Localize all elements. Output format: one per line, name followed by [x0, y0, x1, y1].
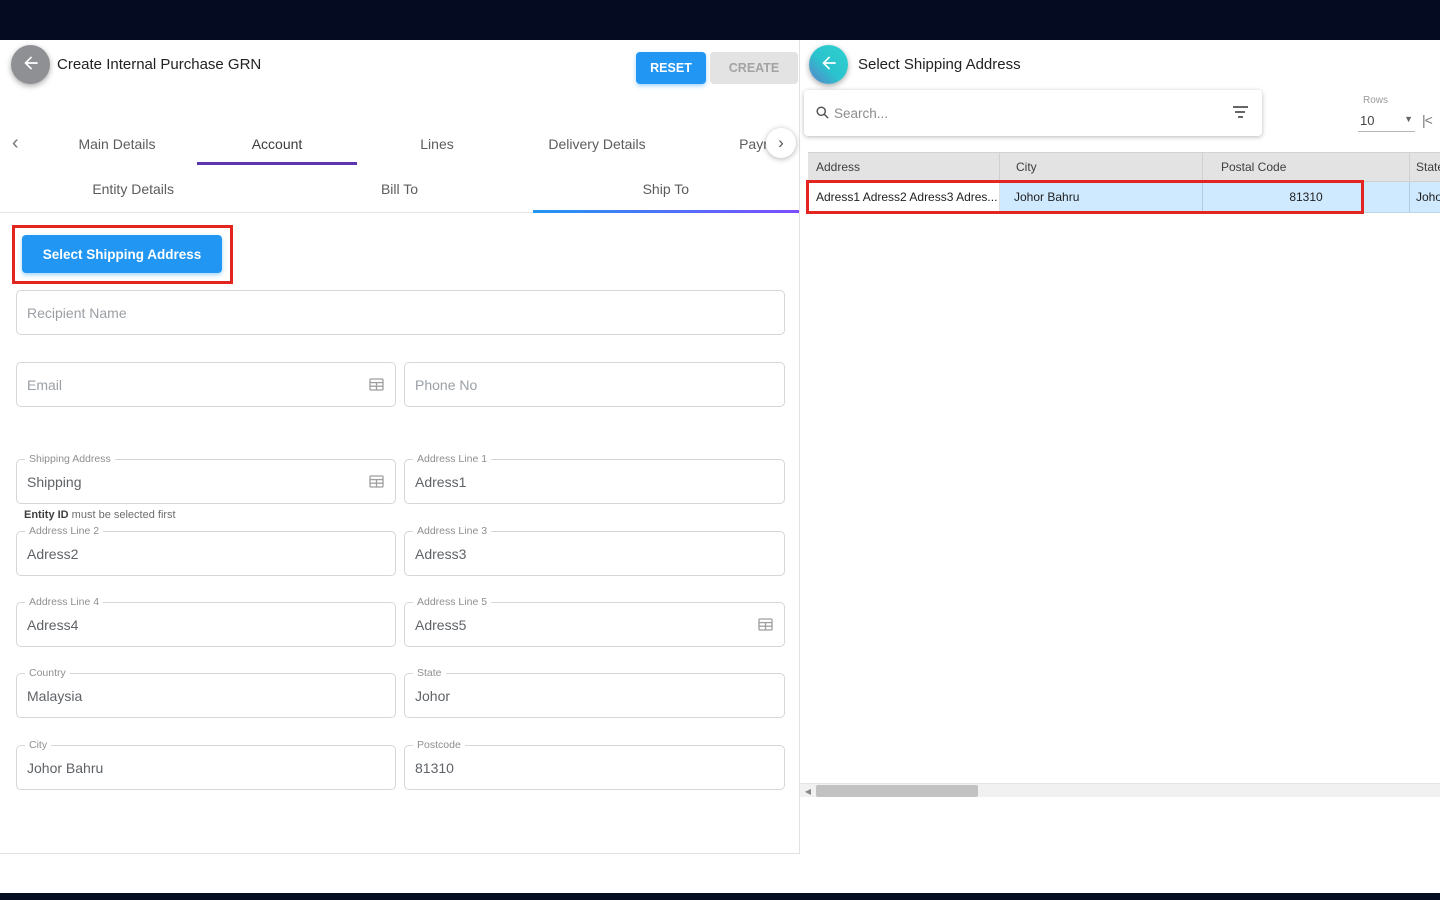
search-icon — [815, 105, 830, 125]
rows-per-page-select[interactable]: 10 ▼ — [1358, 110, 1415, 132]
address-line-2-input[interactable] — [27, 532, 365, 575]
select-shipping-address-button[interactable]: Select Shipping Address — [22, 235, 222, 273]
country-input[interactable] — [27, 674, 365, 717]
column-header-state[interactable]: State — [1410, 153, 1440, 181]
tab-label: Delivery Details — [548, 136, 645, 152]
email-input[interactable] — [27, 363, 365, 406]
subtab-ship-to[interactable]: Ship To — [533, 165, 799, 212]
column-header-address[interactable]: Address — [808, 153, 1000, 181]
address-line-1-field[interactable]: Address Line 1 — [404, 459, 785, 504]
column-header-postal-code[interactable]: Postal Code — [1203, 153, 1410, 181]
search-bar — [804, 90, 1262, 136]
column-header-city[interactable]: City — [1000, 153, 1203, 181]
tabs-scroll-right-button[interactable]: › — [766, 128, 796, 158]
horizontal-scrollbar[interactable]: ◀ — [800, 783, 1440, 797]
lookup-icon — [758, 618, 773, 631]
shipping-address-table: Address City Postal Code State Adress1 A… — [808, 152, 1440, 213]
postcode-field[interactable]: Postcode — [404, 745, 785, 790]
back-button[interactable] — [11, 45, 50, 84]
address-line-4-field[interactable]: Address Line 4 — [16, 602, 396, 647]
helper-rest: must be selected first — [69, 509, 176, 521]
address-line-5-field[interactable]: Address Line 5 — [404, 602, 785, 647]
subtab-bill-to[interactable]: Bill To — [266, 165, 532, 212]
reset-button[interactable]: RESET — [636, 52, 706, 84]
back-arrow-icon — [819, 53, 839, 76]
shipping-address-field[interactable]: Shipping Address — [16, 459, 396, 504]
recipient-name-field[interactable] — [16, 290, 785, 335]
address-line-3-input[interactable] — [415, 532, 754, 575]
chevron-down-icon: ▼ — [1404, 114, 1413, 124]
shipping-address-input[interactable] — [27, 460, 365, 503]
select-shipping-address-panel: Select Shipping Address Rows 10 ▼ |< Add… — [800, 40, 1440, 893]
rows-per-page-value: 10 — [1360, 113, 1374, 128]
city-field[interactable]: City — [16, 745, 396, 790]
rows-per-page-label: Rows — [1363, 95, 1388, 106]
search-input[interactable] — [834, 90, 1214, 136]
address-line-3-field[interactable]: Address Line 3 — [404, 531, 785, 576]
scroll-left-arrow-icon[interactable]: ◀ — [800, 784, 816, 798]
filter-icon[interactable] — [1232, 106, 1248, 120]
state-field[interactable]: State — [404, 673, 785, 718]
email-field[interactable] — [16, 362, 396, 407]
scrollbar-thumb[interactable] — [816, 785, 978, 797]
table-header-row: Address City Postal Code State — [808, 152, 1440, 182]
bottom-bar — [0, 893, 1440, 900]
tab-main-details[interactable]: Main Details — [37, 122, 197, 165]
helper-bold: Entity ID — [24, 509, 69, 521]
first-page-icon[interactable]: |< — [1422, 112, 1432, 128]
address-line-5-input[interactable] — [415, 603, 754, 646]
dialog-title: Select Shipping Address — [858, 56, 1021, 73]
cell-address[interactable]: Adress1 Adress2 Adress3 Adres... — [808, 182, 1000, 213]
sub-tab-bar: Entity Details Bill To Ship To — [0, 165, 799, 213]
back-arrow-icon — [21, 53, 41, 76]
subtab-label: Ship To — [643, 181, 689, 197]
table-row[interactable]: Adress1 Adress2 Adress3 Adres... Johor B… — [808, 182, 1440, 213]
cell-postal-code[interactable]: 81310 — [1203, 182, 1410, 213]
tab-account[interactable]: Account — [197, 122, 357, 165]
tab-lines[interactable]: Lines — [357, 122, 517, 165]
postcode-input[interactable] — [415, 746, 754, 789]
lookup-icon — [369, 378, 384, 391]
lookup-icon — [369, 475, 384, 488]
state-input[interactable] — [415, 674, 754, 717]
back-button[interactable] — [809, 45, 848, 84]
recipient-name-input[interactable] — [27, 291, 754, 334]
tabs-scroll-left-icon[interactable]: ‹ — [12, 131, 19, 155]
tab-label: Account — [252, 136, 303, 152]
address-line-1-input[interactable] — [415, 460, 754, 503]
country-field[interactable]: Country — [16, 673, 396, 718]
subtab-label: Bill To — [381, 181, 418, 197]
city-input[interactable] — [27, 746, 365, 789]
phone-input[interactable] — [415, 363, 754, 406]
address-line-4-input[interactable] — [27, 603, 365, 646]
top-navigation-bar — [0, 0, 1440, 40]
address-line-2-field[interactable]: Address Line 2 — [16, 531, 396, 576]
page-title: Create Internal Purchase GRN — [57, 56, 261, 73]
subtab-label: Entity Details — [92, 181, 174, 197]
entity-id-helper-text: Entity ID must be selected first — [24, 509, 176, 521]
create-grn-panel: Create Internal Purchase GRN RESET CREAT… — [0, 40, 800, 854]
subtab-entity-details[interactable]: Entity Details — [0, 165, 266, 212]
phone-field[interactable] — [404, 362, 785, 407]
cell-city[interactable]: Johor Bahru — [1000, 182, 1203, 213]
tab-label: Main Details — [78, 136, 155, 152]
tab-delivery-details[interactable]: Delivery Details — [517, 122, 677, 165]
create-button[interactable]: CREATE — [710, 52, 798, 84]
tabs-strip: Main Details Account Lines Delivery Deta… — [37, 122, 799, 165]
tab-label: Lines — [420, 136, 453, 152]
main-tab-bar: ‹ Main Details Account Lines Delivery De… — [0, 122, 799, 165]
cell-state[interactable]: Joho — [1410, 182, 1440, 213]
